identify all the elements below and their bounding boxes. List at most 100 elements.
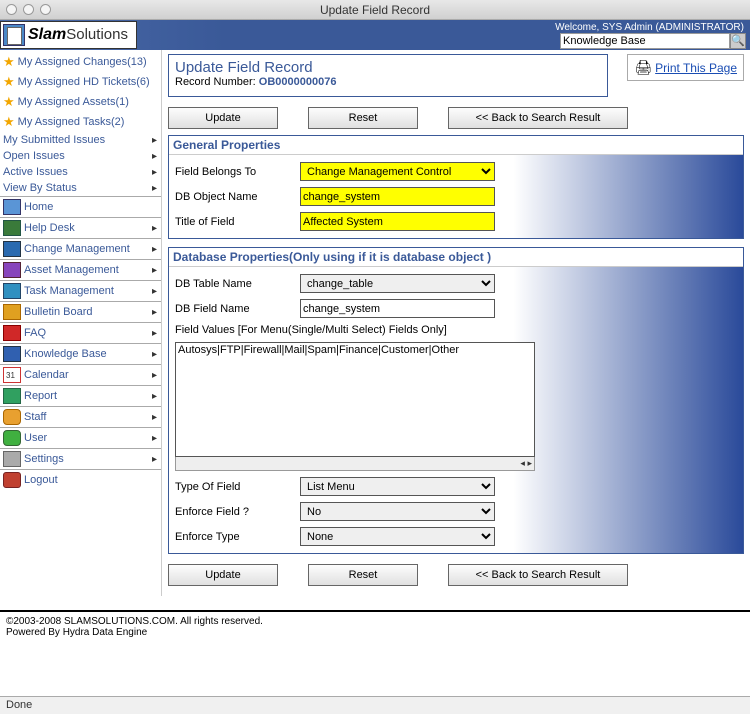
sidebar-user[interactable]: User▸ (0, 427, 161, 448)
title-input[interactable] (300, 212, 495, 231)
search-icon: 🔍 (731, 34, 745, 47)
sidebar-bulletin[interactable]: Bulletin Board▸ (0, 301, 161, 322)
chevron-right-icon: ▸ (152, 167, 157, 178)
print-link[interactable]: Print This Page (655, 61, 737, 75)
sidebar-report[interactable]: Report▸ (0, 385, 161, 406)
logo[interactable]: SlamSolutions (0, 21, 137, 49)
chevron-right-icon: ▸ (152, 370, 157, 381)
window-minimize-button[interactable] (23, 4, 34, 15)
chevron-right-icon: ▸ (152, 265, 157, 276)
sidebar-logout[interactable]: Logout (0, 469, 161, 490)
sidebar-settings[interactable]: Settings▸ (0, 448, 161, 469)
chevron-right-icon: ▸ (152, 135, 157, 146)
kb-icon (3, 346, 21, 362)
status-text: Done (6, 699, 32, 711)
chevron-right-icon: ▸ (152, 328, 157, 339)
sidebar-kb[interactable]: Knowledge Base▸ (0, 343, 161, 364)
belongs-select[interactable]: Change Management Control (300, 162, 495, 181)
chevron-right-icon: ▸ (152, 391, 157, 402)
button-row-bottom: Update Reset << Back to Search Result (168, 564, 744, 586)
window-title: Update Field Record (320, 3, 430, 17)
reset-button-bottom[interactable]: Reset (308, 564, 418, 586)
chevron-right-icon: ▸ (152, 183, 157, 194)
reset-button[interactable]: Reset (308, 107, 418, 129)
values-label: Field Values [For Menu(Single/Multi Sele… (175, 324, 447, 336)
textarea-scrollbar[interactable]: ◂ ▸ (175, 457, 535, 471)
app-header: SlamSolutions Welcome, SYS Admin (ADMINI… (0, 20, 750, 50)
sidebar-task-mgmt[interactable]: Task Management▸ (0, 280, 161, 301)
db-section: Database Properties(Only using if it is … (168, 247, 744, 554)
button-row-top: Update Reset << Back to Search Result (168, 107, 744, 129)
obj-label: DB Object Name (175, 191, 300, 203)
window-titlebar: Update Field Record (0, 0, 750, 20)
sidebar-view-by-status[interactable]: View By Status▸ (0, 180, 161, 196)
chevron-right-icon: ▸ (152, 223, 157, 234)
sidebar-faq[interactable]: FAQ▸ (0, 322, 161, 343)
sidebar-assigned-tasks[interactable]: ★My Assigned Tasks(2) (0, 112, 161, 132)
sidebar: ★My Assigned Changes(13) ★My Assigned HD… (0, 50, 162, 596)
sidebar-active-issues[interactable]: Active Issues▸ (0, 164, 161, 180)
sidebar-submitted-issues[interactable]: My Submitted Issues▸ (0, 132, 161, 148)
belongs-label: Field Belongs To (175, 166, 300, 178)
helpdesk-icon (3, 220, 21, 236)
chevron-right-icon: ▸ (152, 244, 157, 255)
general-section: General Properties Field Belongs To Chan… (168, 135, 744, 239)
sidebar-assigned-changes[interactable]: ★My Assigned Changes(13) (0, 52, 161, 72)
sidebar-staff[interactable]: Staff▸ (0, 406, 161, 427)
sidebar-assigned-hd[interactable]: ★My Assigned HD Tickets(6) (0, 72, 161, 92)
print-box: 🖨 Print This Page (627, 54, 744, 81)
back-button[interactable]: << Back to Search Result (448, 107, 628, 129)
scroll-left-icon[interactable]: ◂ (520, 458, 525, 469)
update-button[interactable]: Update (168, 107, 278, 129)
search-button[interactable]: 🔍 (730, 33, 746, 49)
status-bar: Done (0, 696, 750, 714)
bulletin-icon (3, 304, 21, 320)
values-textarea[interactable]: Autosys|FTP|Firewall|Mail|Spam|Finance|C… (175, 342, 535, 457)
enforce-label: Enforce Field ? (175, 506, 300, 518)
sidebar-open-issues[interactable]: Open Issues▸ (0, 148, 161, 164)
back-button-bottom[interactable]: << Back to Search Result (448, 564, 628, 586)
logo-icon (3, 24, 25, 46)
sidebar-assigned-assets[interactable]: ★My Assigned Assets(1) (0, 92, 161, 112)
sidebar-change-mgmt[interactable]: Change Management▸ (0, 238, 161, 259)
sidebar-asset-mgmt[interactable]: Asset Management▸ (0, 259, 161, 280)
change-icon (3, 241, 21, 257)
staff-icon (3, 409, 21, 425)
window-zoom-button[interactable] (40, 4, 51, 15)
faq-icon (3, 325, 21, 341)
star-icon: ★ (3, 74, 15, 90)
title-label: Title of Field (175, 216, 300, 228)
powered-by: Powered By Hydra Data Engine (6, 627, 744, 638)
star-icon: ★ (3, 114, 15, 130)
obj-input[interactable] (300, 187, 495, 206)
calendar-icon (3, 367, 21, 383)
copyright: ©2003-2008 SLAMSOLUTIONS.COM. All rights… (6, 616, 744, 627)
general-header: General Properties (169, 136, 743, 155)
etype-select[interactable]: None (300, 527, 495, 546)
chevron-right-icon: ▸ (152, 307, 157, 318)
db-header: Database Properties(Only using if it is … (169, 248, 743, 267)
star-icon: ★ (3, 94, 15, 110)
table-label: DB Table Name (175, 278, 300, 290)
sidebar-calendar[interactable]: Calendar▸ (0, 364, 161, 385)
chevron-right-icon: ▸ (152, 412, 157, 423)
report-icon (3, 388, 21, 404)
type-select[interactable]: List Menu (300, 477, 495, 496)
type-label: Type Of Field (175, 481, 300, 493)
asset-icon (3, 262, 21, 278)
logo-text-1: Slam (28, 26, 66, 43)
printer-icon: 🖨 (634, 59, 652, 76)
window-close-button[interactable] (6, 4, 17, 15)
table-select[interactable]: change_table (300, 274, 495, 293)
enforce-select[interactable]: No (300, 502, 495, 521)
field-input[interactable] (300, 299, 495, 318)
update-button-bottom[interactable]: Update (168, 564, 278, 586)
search-input[interactable] (560, 33, 730, 49)
content-area: Update Field Record Record Number: OB000… (162, 50, 750, 596)
settings-icon (3, 451, 21, 467)
scroll-right-icon[interactable]: ▸ (527, 458, 532, 469)
sidebar-home[interactable]: Home (0, 196, 161, 217)
sidebar-helpdesk[interactable]: Help Desk▸ (0, 217, 161, 238)
field-label: DB Field Name (175, 303, 300, 315)
etype-label: Enforce Type (175, 531, 300, 543)
